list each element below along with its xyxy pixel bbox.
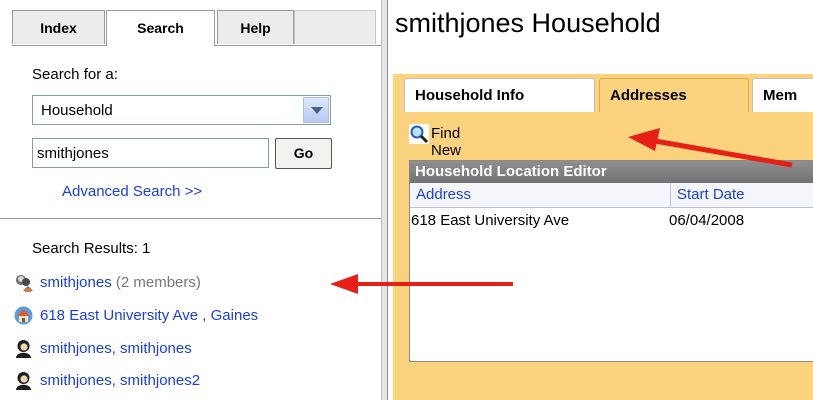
tab-help[interactable]: Help <box>217 10 294 44</box>
left-pane: Index Search Help Search for a: Househol… <box>0 0 381 400</box>
tab-strip-filler <box>294 10 376 44</box>
right-pane: smithjones Household Household Info Addr… <box>389 0 813 400</box>
advanced-search-link[interactable]: Advanced Search >> <box>62 183 202 200</box>
magnifier-icon <box>409 124 429 144</box>
result-address-text: 618 East University Ave , Gaines <box>40 307 259 324</box>
household-group-icon <box>16 275 33 292</box>
tab-household-info[interactable]: Household Info <box>404 78 595 112</box>
tab-index[interactable]: Index <box>12 10 105 44</box>
chevron-down-icon[interactable] <box>303 97 329 123</box>
page-title: smithjones Household <box>395 8 661 38</box>
search-type-value: Household <box>41 102 113 119</box>
section-divider <box>0 218 381 219</box>
table-cell-address[interactable]: 618 East University Ave <box>411 212 569 229</box>
search-results-count: Search Results: 1 <box>32 240 151 257</box>
search-type-select[interactable]: Household <box>32 95 331 125</box>
tab-search[interactable]: Search <box>106 10 215 46</box>
person-icon <box>16 340 31 358</box>
go-button[interactable]: Go <box>275 138 332 169</box>
household-panel: Household Info Addresses Mem Find New Ad… <box>393 74 813 400</box>
result-person-text: smithjones, smithjones2 <box>40 372 201 389</box>
result-person-text: smithjones, smithjones <box>40 340 192 357</box>
column-header-start-date[interactable]: Start Date <box>677 186 745 203</box>
column-header-address[interactable]: Address <box>416 186 471 203</box>
column-separator <box>670 183 671 207</box>
result-household-text: smithjones (2 members) <box>40 274 201 291</box>
pane-splitter[interactable] <box>381 0 388 400</box>
member-count: (2 members) <box>115 274 201 291</box>
grid-title: Household Location Editor <box>410 161 813 183</box>
table-cell-start-date[interactable]: 06/04/2008 <box>669 212 744 229</box>
tab-members[interactable]: Mem <box>752 78 813 112</box>
tab-addresses[interactable]: Addresses <box>599 78 749 112</box>
house-icon <box>14 306 33 325</box>
location-editor-grid: Household Location Editor Address Start … <box>409 160 813 362</box>
search-for-label: Search for a: <box>32 66 118 83</box>
person-icon <box>16 372 31 390</box>
search-input[interactable] <box>32 138 269 168</box>
